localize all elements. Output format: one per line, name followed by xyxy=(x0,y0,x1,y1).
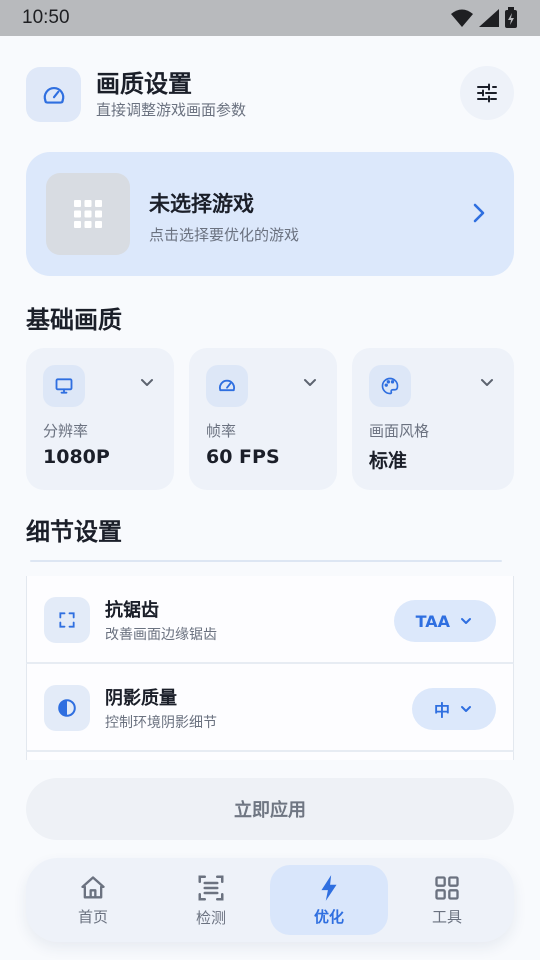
resolution-card[interactable]: 分辨率 1080P xyxy=(26,348,174,490)
sliders-icon xyxy=(477,83,497,103)
page-title: 画质设置 xyxy=(96,70,192,98)
grid-icon xyxy=(435,875,459,900)
chevron-down-icon[interactable] xyxy=(303,378,317,388)
divider xyxy=(30,560,502,562)
wifi-icon xyxy=(451,9,473,27)
frame-corners-icon xyxy=(59,612,75,628)
chevron-down-icon[interactable] xyxy=(480,378,494,388)
game-title: 未选择游戏 xyxy=(149,192,254,216)
chevron-right-icon xyxy=(473,203,485,223)
app-logo xyxy=(26,67,81,122)
shadow-select[interactable]: 中 xyxy=(411,688,496,730)
game-subtitle: 点击选择要优化的游戏 xyxy=(149,226,300,244)
speedometer-icon xyxy=(219,379,235,392)
tune-button[interactable] xyxy=(460,66,514,120)
detail-row-shadow[interactable]: 阴影质量 控制环境阴影细节 中 xyxy=(26,664,514,752)
apps-grid-icon xyxy=(74,200,102,228)
apply-button[interactable]: 立即应用 xyxy=(26,778,514,840)
page-header: 画质设置 直接调整游戏画面参数 xyxy=(26,66,514,124)
scan-icon xyxy=(198,875,224,900)
shadow-title: 阴影质量 xyxy=(105,688,177,709)
shadow-value: 中 xyxy=(433,701,450,720)
style-card[interactable]: 画面风格 标准 xyxy=(352,348,514,490)
nav-detect-label: 检测 xyxy=(195,908,226,927)
nav-home-label: 首页 xyxy=(77,907,108,926)
signal-icon xyxy=(479,9,499,27)
palette-icon-wrap xyxy=(369,365,411,407)
detail-row-antialiasing[interactable]: 抗锯齿 改善画面边缘锯齿 TAA xyxy=(26,576,514,664)
bolt-icon xyxy=(321,874,337,901)
status-time: 10:50 xyxy=(22,7,70,28)
nav-home[interactable]: 首页 xyxy=(34,865,152,935)
antialiasing-title: 抗锯齿 xyxy=(105,600,159,621)
speedometer-icon-wrap xyxy=(206,365,248,407)
battery-icon xyxy=(505,7,517,28)
detail-row-partial[interactable] xyxy=(26,752,514,760)
game-select-card[interactable]: 未选择游戏 点击选择要优化的游戏 xyxy=(26,152,514,276)
nav-optimize-label: 优化 xyxy=(313,907,344,926)
framerate-card[interactable]: 帧率 60 FPS xyxy=(189,348,337,490)
bottom-nav: 首页 检测 优化 工具 xyxy=(26,858,514,942)
chevron-down-icon xyxy=(461,706,471,712)
status-icons xyxy=(450,7,518,29)
antialiasing-select[interactable]: TAA xyxy=(393,600,496,642)
nav-tools-label: 工具 xyxy=(431,907,462,926)
chevron-down-icon[interactable] xyxy=(140,378,154,388)
page-subtitle: 直接调整游戏画面参数 xyxy=(96,101,247,119)
resolution-value: 1080P xyxy=(43,446,110,468)
monitor-icon-wrap xyxy=(43,365,85,407)
frame-corners-icon-wrap xyxy=(44,597,90,643)
nav-optimize[interactable]: 优化 xyxy=(270,865,388,935)
game-thumbnail xyxy=(46,173,130,255)
style-value: 标准 xyxy=(369,450,408,472)
detail-settings-list[interactable]: 抗锯齿 改善画面边缘锯齿 TAA 阴影质量 控制环境阴影细节 中 xyxy=(26,560,514,760)
antialiasing-value: TAA xyxy=(415,611,450,631)
detail-settings-heading: 细节设置 xyxy=(26,518,122,546)
style-label: 画面风格 xyxy=(369,422,430,440)
contrast-icon-wrap xyxy=(44,685,90,731)
shadow-subtitle: 控制环境阴影细节 xyxy=(105,715,217,731)
home-icon xyxy=(81,875,105,898)
monitor-icon xyxy=(55,378,73,394)
antialiasing-subtitle: 改善画面边缘锯齿 xyxy=(105,627,217,643)
resolution-label: 分辨率 xyxy=(43,422,89,440)
nav-detect[interactable]: 检测 xyxy=(152,865,270,935)
speedometer-icon xyxy=(43,86,64,104)
chevron-down-icon xyxy=(461,618,471,624)
status-bar: 10:50 xyxy=(0,0,540,36)
basic-quality-heading: 基础画质 xyxy=(26,306,122,334)
nav-tools[interactable]: 工具 xyxy=(388,865,506,935)
framerate-label: 帧率 xyxy=(206,422,237,440)
contrast-icon xyxy=(58,699,76,717)
framerate-value: 60 FPS xyxy=(206,446,280,468)
palette-icon xyxy=(381,377,399,395)
